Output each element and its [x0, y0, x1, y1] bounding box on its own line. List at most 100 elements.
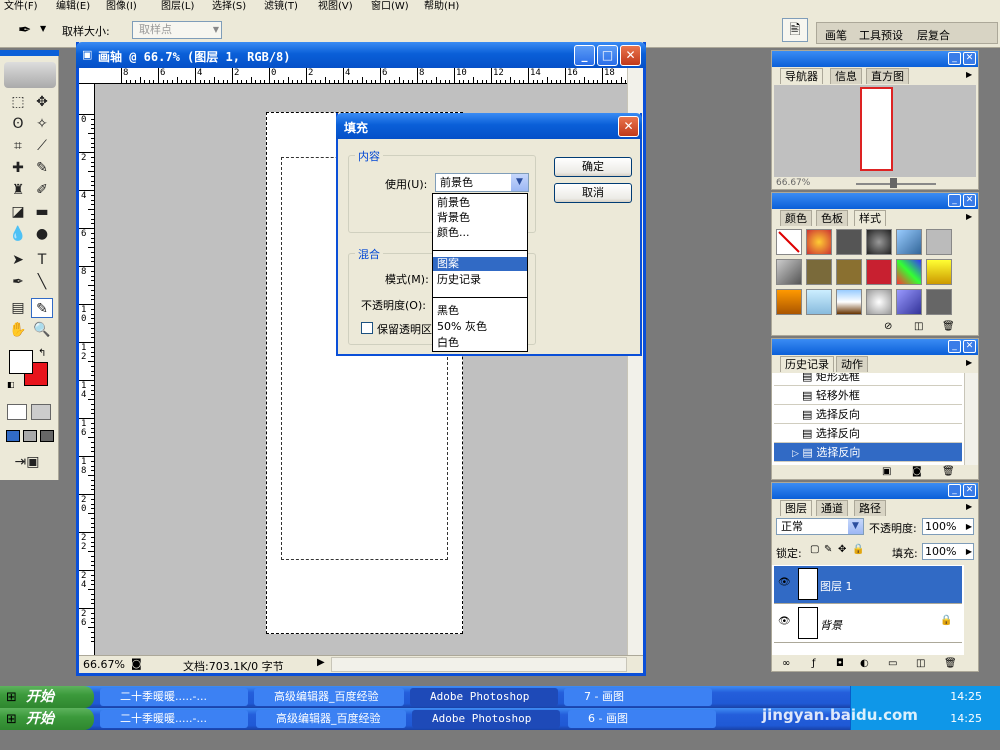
tab-color[interactable]: 颜色	[780, 210, 812, 226]
zoom-tool-icon[interactable]: 🔍	[31, 320, 53, 340]
menu-edit[interactable]: 编辑(E)	[56, 0, 90, 12]
quick-mask-icon[interactable]	[31, 404, 51, 420]
history-brush-icon[interactable]: ✐	[31, 180, 53, 200]
slice-tool-icon[interactable]: ⟋	[31, 136, 53, 156]
history-item-current[interactable]: ▷ ▤ 选择反向	[774, 443, 962, 462]
task-browser[interactable]: 高级编辑器_百度经验	[256, 710, 406, 728]
task-photoshop[interactable]: Adobe Photoshop	[412, 710, 560, 728]
standard-mode-icon[interactable]	[7, 404, 27, 420]
chevron-down-icon[interactable]: ▼	[848, 519, 863, 534]
clock[interactable]: 14:25	[950, 712, 982, 725]
style-swatch[interactable]	[926, 259, 952, 285]
opacity-arrow-icon[interactable]: ▶	[966, 519, 972, 534]
notes-tool-icon[interactable]: ▤	[7, 298, 29, 318]
task-qq[interactable]: 二十季暖暖.....-...	[100, 710, 248, 728]
document-titlebar[interactable]: ▣ 画轴 @ 66.7% (图层 1, RGB/8) _ □ ✕	[76, 42, 646, 68]
preserve-transparency-checkbox[interactable]	[361, 322, 373, 334]
delete-state-icon[interactable]: 🗑	[942, 466, 955, 477]
eyedropper-icon[interactable]: ✒	[18, 20, 31, 39]
tab-actions[interactable]: 动作	[836, 356, 868, 372]
clone-stamp-icon[interactable]: ♜	[7, 180, 29, 200]
navigator-view-box[interactable]	[860, 87, 893, 171]
palette-tab-layer-comps[interactable]: 层复合	[917, 27, 950, 43]
menu-view[interactable]: 视图(V)	[318, 0, 353, 12]
panel-close-button[interactable]: ✕	[963, 52, 976, 65]
status-menu-arrow-icon[interactable]: ▶	[317, 657, 325, 668]
foreground-color-swatch[interactable]	[9, 350, 33, 374]
option-background[interactable]: 背景色	[433, 211, 527, 225]
jump-to-imageready-icon[interactable]: ⇥▣	[7, 452, 47, 472]
style-swatch[interactable]	[866, 289, 892, 315]
style-swatch-none[interactable]	[776, 229, 802, 255]
sample-size-select[interactable]: 取样点 ▼	[132, 21, 222, 39]
lasso-tool-icon[interactable]: ʘ	[7, 114, 29, 134]
tab-styles[interactable]: 样式	[854, 210, 886, 226]
marquee-tool-icon[interactable]: ⬚	[7, 92, 29, 112]
navigator-titlebar[interactable]: _ ✕	[772, 51, 978, 67]
option-history[interactable]: 历史记录	[433, 273, 527, 287]
crop-tool-icon[interactable]: ⌗	[7, 136, 29, 156]
panel-menu-icon[interactable]: ▶	[966, 502, 972, 511]
chevron-down-icon[interactable]: ▼	[40, 24, 46, 33]
status-info-icon[interactable]: ◙	[131, 657, 142, 670]
tab-info[interactable]: 信息	[830, 68, 862, 84]
layer-name[interactable]: 图层 1	[820, 578, 853, 594]
delete-style-icon[interactable]: 🗑	[942, 321, 955, 332]
new-group-icon[interactable]: ▭	[888, 658, 897, 669]
menu-help[interactable]: 帮助(H)	[424, 0, 459, 12]
link-layers-icon[interactable]: ∞	[782, 658, 790, 669]
brush-tool-icon[interactable]: ✎	[31, 158, 53, 178]
history-item[interactable]: ▤ 轻移外框	[774, 386, 962, 405]
menu-layer[interactable]: 图层(L)	[161, 0, 194, 12]
style-swatch[interactable]	[806, 229, 832, 255]
task-paint[interactable]: 6 - 画图	[568, 710, 716, 728]
eye-icon[interactable]: 👁	[778, 577, 791, 588]
menu-filter[interactable]: 滤镜(T)	[264, 0, 298, 12]
panel-menu-icon[interactable]: ▶	[966, 212, 972, 221]
dodge-tool-icon[interactable]: ●	[31, 224, 53, 244]
blend-mode-select[interactable]: 正常 ▼	[776, 518, 864, 535]
layer-name[interactable]: 背景	[820, 617, 842, 633]
dialog-close-button[interactable]: ✕	[618, 116, 639, 137]
task-photoshop[interactable]: Adobe Photoshop	[410, 688, 558, 706]
styles-titlebar[interactable]: _ ✕	[772, 193, 978, 209]
layer-row[interactable]: 👁 背景 🔒	[774, 605, 962, 643]
panel-minimize-button[interactable]: _	[948, 484, 961, 497]
screen-mode-full-menu-icon[interactable]	[23, 430, 37, 442]
panel-close-button[interactable]: ✕	[963, 340, 976, 353]
palette-tab-brushes[interactable]: 画笔	[825, 27, 847, 43]
eraser-tool-icon[interactable]: ◪	[7, 202, 29, 222]
menu-image[interactable]: 图像(I)	[106, 0, 137, 12]
default-colors-icon[interactable]: ◧	[7, 380, 15, 389]
ok-button[interactable]: 确定	[554, 157, 632, 177]
task-qq[interactable]: 二十季暖暖.....-...	[100, 688, 248, 706]
delete-layer-icon[interactable]: 🗑	[944, 658, 957, 669]
feather-logo[interactable]	[4, 62, 56, 88]
swap-colors-icon[interactable]: ↰	[38, 348, 46, 359]
option-black[interactable]: 黑色	[433, 304, 527, 318]
maximize-button[interactable]: □	[597, 45, 618, 66]
screen-mode-standard-icon[interactable]	[6, 430, 20, 442]
history-item[interactable]: ▤ 选择反向	[774, 424, 962, 443]
layer-style-icon[interactable]: ƒ	[812, 658, 816, 669]
history-scrollbar[interactable]	[964, 373, 978, 465]
lock-transparent-icon[interactable]: ▢	[810, 544, 819, 555]
new-style-icon[interactable]: ◫	[914, 321, 923, 332]
style-swatch[interactable]	[836, 259, 862, 285]
tab-layers[interactable]: 图层	[780, 500, 812, 516]
menu-select[interactable]: 选择(S)	[212, 0, 246, 12]
layer-opacity-input[interactable]: 100% ▶	[922, 518, 974, 535]
option-color[interactable]: 颜色...	[433, 226, 527, 240]
option-foreground[interactable]: 前景色	[433, 196, 527, 210]
palette-tab-tool-presets[interactable]: 工具预设	[859, 27, 903, 43]
option-white[interactable]: 白色	[433, 336, 527, 350]
layers-titlebar[interactable]: _ ✕	[772, 483, 978, 499]
panel-menu-icon[interactable]: ▶	[966, 358, 972, 367]
close-button[interactable]: ✕	[620, 45, 641, 66]
layer-fill-input[interactable]: 100% ▶	[922, 543, 974, 560]
path-select-icon[interactable]: ➤	[7, 250, 29, 270]
lock-all-icon[interactable]: 🔒	[852, 544, 864, 555]
fill-dialog-titlebar[interactable]: 填充 ✕	[336, 113, 642, 139]
option-pattern[interactable]: 图案	[433, 257, 527, 271]
style-swatch[interactable]	[896, 289, 922, 315]
